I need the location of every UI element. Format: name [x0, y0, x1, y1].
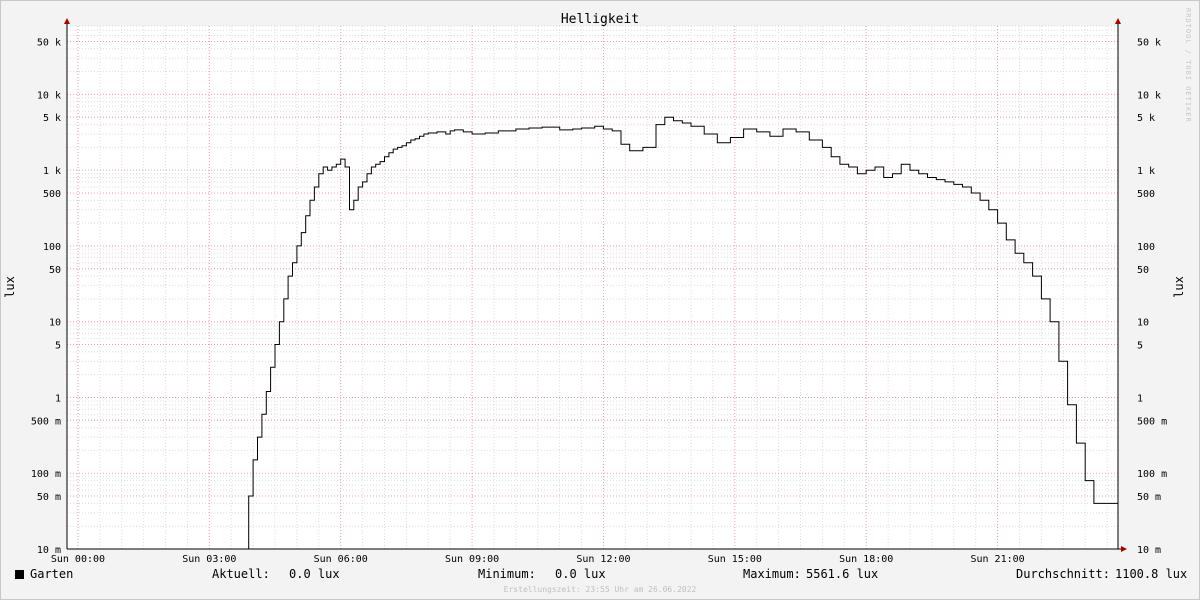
- x-tick-label: Sun 12:00: [576, 554, 630, 565]
- legend-current-value: 0.0 lux: [289, 567, 340, 581]
- y-tick-label-right: 1: [1137, 393, 1143, 404]
- x-tick-label: Sun 21:00: [970, 554, 1024, 565]
- y-axis-label-left: lux: [3, 276, 17, 298]
- x-tick-label: Sun 03:00: [182, 554, 236, 565]
- y-tick-label-left: 500 m: [31, 416, 61, 427]
- y-tick-label-right: 50: [1137, 265, 1149, 276]
- y-tick-label-left: 100 m: [31, 469, 61, 480]
- creation-time-footer: Erstellungszeit: 23:55 Uhr am 26.06.2022: [503, 585, 697, 594]
- legend-average-value: 1100.8 lux: [1115, 567, 1188, 581]
- y-tick-label-left: 10 k: [37, 90, 61, 101]
- y-tick-label-left: 1 k: [43, 166, 61, 177]
- legend-minimum-value: 0.0 lux: [555, 567, 606, 581]
- legend-minimum-label: Minimum:: [478, 567, 536, 581]
- y-tick-label-right: 100: [1137, 242, 1155, 253]
- y-tick-label-left: 5: [55, 341, 61, 352]
- x-tick-label: Sun 09:00: [445, 554, 499, 565]
- x-tick-label: Sun 15:00: [708, 554, 762, 565]
- y-tick-label-left: 100: [43, 242, 61, 253]
- x-axis-arrow: [1121, 546, 1127, 552]
- y-tick-label-right: 100 m: [1137, 469, 1167, 480]
- legend-current-label: Aktuell:: [212, 567, 270, 581]
- y-axis-right-arrow: [1115, 18, 1121, 24]
- y-tick-label-left: 50 k: [37, 37, 61, 48]
- y-tick-label-right: 50 m: [1137, 492, 1161, 503]
- y-tick-label-right: 50 k: [1137, 37, 1161, 48]
- plot-area: [67, 26, 1118, 549]
- y-tick-label-right: 500 m: [1137, 416, 1167, 427]
- y-tick-label-right: 10 m: [1137, 545, 1161, 556]
- y-tick-label-right: 5: [1137, 341, 1143, 352]
- legend-swatch-garten: [15, 570, 24, 579]
- chart-title: Helligkeit: [561, 12, 639, 27]
- y-axis-label-right: lux: [1172, 276, 1186, 298]
- y-tick-label-left: 50: [49, 265, 61, 276]
- y-tick-label-left: 5 k: [43, 113, 61, 124]
- brightness-chart: Sun 00:00 Sun 03:00 Sun 06:00 Sun 09:00 Sun …: [3, 12, 1186, 565]
- y-axis-left-arrow: [64, 18, 70, 24]
- legend-maximum-label: Maximum:: [743, 567, 801, 581]
- rrdtool-watermark: RRDTOOL / TOBI OETIKER: [1184, 8, 1192, 123]
- legend-series-name: Garten: [30, 567, 74, 581]
- y-tick-label-left: 10 m: [37, 545, 61, 556]
- y-tick-label-left: 500: [43, 189, 61, 200]
- y-tick-label-left: 10: [49, 318, 61, 329]
- x-tick-label: Sun 18:00: [839, 554, 893, 565]
- legend-average-label: Durchschnitt:: [1016, 567, 1110, 581]
- y-tick-label-right: 10 k: [1137, 90, 1161, 101]
- y-tick-label-right: 10: [1137, 318, 1149, 329]
- x-tick-label: Sun 06:00: [314, 554, 368, 565]
- y-tick-label-left: 50 m: [37, 492, 61, 503]
- y-tick-label-left: 1: [55, 393, 61, 404]
- y-tick-label-right: 1 k: [1137, 166, 1155, 177]
- y-tick-label-right: 500: [1137, 189, 1155, 200]
- y-tick-label-right: 5 k: [1137, 113, 1155, 124]
- legend-maximum-value: 5561.6 lux: [806, 567, 879, 581]
